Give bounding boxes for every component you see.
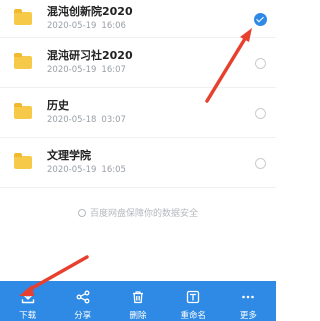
more-button[interactable]: 更多	[221, 281, 276, 321]
delete-button[interactable]: 删除	[110, 281, 165, 321]
security-footnote: 百度网盘保障你的数据安全	[0, 206, 276, 219]
trash-icon	[133, 291, 143, 304]
file-meta: 2020-05-19 16:07	[47, 65, 126, 75]
footnote-text: 百度网盘保障你的数据安全	[89, 209, 198, 219]
file-meta: 2020-05-19 16:06	[47, 21, 126, 31]
file-meta: 2020-05-19 16:05	[47, 165, 126, 175]
rename-button[interactable]: 重命名	[166, 281, 221, 321]
file-name: 混沌研习社2020	[47, 49, 133, 62]
download-label: 下载	[19, 311, 37, 321]
share-label: 分享	[74, 311, 92, 321]
file-date: 2020-05-19	[47, 65, 97, 75]
file-row[interactable]: 文理学院 2020-05-19 16:05	[0, 138, 276, 188]
file-meta: 2020-05-18 03:07	[47, 115, 126, 125]
share-icon	[76, 290, 90, 304]
file-name: 文理学院	[47, 149, 91, 162]
file-row[interactable]: 混沌研习社2020 2020-05-19 16:07	[0, 38, 276, 88]
file-time: 16:07	[101, 65, 126, 75]
file-row[interactable]: 历史 2020-05-18 03:07	[0, 88, 276, 138]
file-name: 混沌创新院2020	[47, 5, 133, 18]
folder-icon	[14, 53, 32, 69]
select-checkbox[interactable]	[255, 108, 266, 119]
delete-label: 删除	[129, 311, 147, 321]
rename-label: 重命名	[180, 311, 206, 321]
file-time: 03:07	[101, 115, 126, 125]
file-time: 16:05	[101, 165, 126, 175]
more-icon	[242, 295, 255, 299]
file-date: 2020-05-18	[47, 115, 97, 125]
shield-icon	[77, 209, 86, 217]
more-label: 更多	[239, 311, 257, 321]
folder-icon	[14, 9, 32, 25]
file-list: 混沌创新院2020 2020-05-19 16:06 混沌研习社2020 2020…	[0, 0, 276, 188]
file-name: 历史	[47, 99, 69, 112]
select-checkbox-checked[interactable]	[254, 13, 267, 26]
share-button[interactable]: 分享	[55, 281, 110, 321]
file-date: 2020-05-19	[47, 21, 97, 31]
file-time: 16:06	[101, 21, 126, 31]
download-button[interactable]: 下载	[0, 281, 55, 321]
rename-icon	[187, 290, 200, 304]
select-checkbox[interactable]	[255, 158, 266, 169]
file-row[interactable]: 混沌创新院2020 2020-05-19 16:06	[0, 0, 276, 38]
download-icon	[21, 290, 34, 304]
file-date: 2020-05-19	[47, 165, 97, 175]
select-checkbox[interactable]	[255, 58, 266, 69]
folder-icon	[14, 103, 32, 119]
folder-icon	[14, 153, 32, 169]
bottom-toolbar: 下载 分享 删除 重命名 更多	[0, 281, 276, 321]
